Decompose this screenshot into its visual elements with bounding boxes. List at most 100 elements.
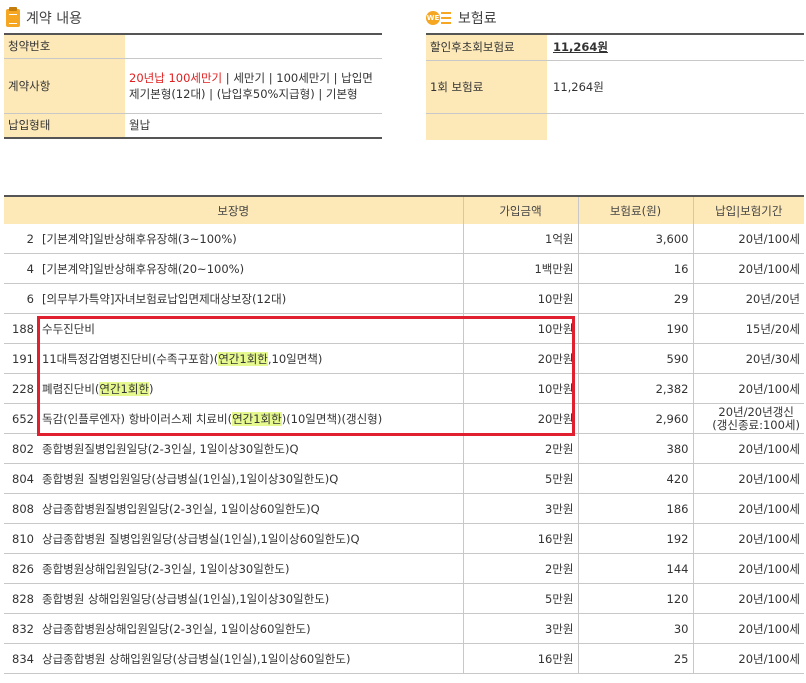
premium-row: 1회 보험료 11,264원 xyxy=(426,60,804,114)
coverage-amount: 2만원 xyxy=(462,553,578,584)
coverage-term-cell: 15년/20세 xyxy=(692,313,804,344)
table-row: 191 11대특정감염병진단비(수족구포함)(연간1회한,10일면책) 20만원 59… xyxy=(4,343,804,374)
coverage-term-cell: 20년/30세 xyxy=(692,343,804,374)
coverage-no: 191 xyxy=(4,343,38,374)
coverage-name-cell: [기본계약]일반상해후유장해(20~100%) xyxy=(38,253,463,284)
coverage-premium: 192 xyxy=(577,523,693,554)
coverage-no: 652 xyxy=(4,403,38,434)
coverage-term: 20년/100세 xyxy=(738,261,800,276)
coverage-premium: 29 xyxy=(577,283,693,314)
coverage-term: 20년/100세 xyxy=(738,621,800,636)
premium-label xyxy=(426,113,547,140)
coverage-term: 20년/30세 xyxy=(745,351,800,366)
coverage-term-cell: 20년/20년 xyxy=(692,283,804,314)
coverage-amount: 1백만원 xyxy=(462,253,578,284)
coverage-term: 20년/100세 xyxy=(738,501,800,516)
table-row: 826 종합병원상해입원일당(2-3인실, 1일이상30일한도) 2만원 144 20년… xyxy=(4,553,804,584)
coverage-term: 20년/100세 xyxy=(738,381,800,396)
coverage-no: 810 xyxy=(4,523,38,554)
coverage-no: 228 xyxy=(4,373,38,404)
contract-plan-highlight: 20년납 100세만기 xyxy=(129,70,223,85)
coverage-header-row: 보장명 가입금액 보험료(원) 납입|보험기간 xyxy=(4,196,804,224)
coverage-term-cell: 20년/100세 xyxy=(692,373,804,404)
coverage-name-highlight: 연간1회한 xyxy=(99,381,150,396)
coverage-name-cell: 상급종합병원 질병입원일당(상급병실(1인실),1일이상60일한도)Q xyxy=(38,523,463,554)
coverage-name: 종합병원 상해입원일당(상급병실(1인실),1일이상30일한도) xyxy=(42,591,330,606)
coverage-amount: 5만원 xyxy=(462,463,578,494)
premium-row xyxy=(426,113,804,140)
coverage-term-cell: 20년/100세 xyxy=(692,253,804,284)
contract-value xyxy=(125,34,382,59)
coverage-name-cell: 종합병원 상해입원일당(상급병실(1인실),1일이상30일한도) xyxy=(38,583,463,614)
coverage-no: 2 xyxy=(4,224,38,254)
premium-label: 1회 보험료 xyxy=(426,60,547,114)
table-row: 802 종합병원질병입원일당(2-3인실, 1일이상30일한도)Q 2만원 380 20… xyxy=(4,433,804,464)
coverage-name: 상급종합병원질병입원일당(2-3인실, 1일이상60일한도)Q xyxy=(42,501,320,516)
coverage-amount: 10만원 xyxy=(462,373,578,404)
table-row: 832 상급종합병원상해입원일당(2-3인실, 1일이상60일한도) 3만원 30 20… xyxy=(4,613,804,644)
coverage-term-cell: 20년/20년갱신 (갱신종료:100세) xyxy=(692,403,804,434)
coverage-premium: 190 xyxy=(577,313,693,344)
coverage-term-cell: 20년/100세 xyxy=(692,463,804,494)
coverage-name: 상급종합병원 상해입원일당(상급병실(1인실),1일이상60일한도) xyxy=(42,651,351,666)
table-row: 810 상급종합병원 질병입원일당(상급병실(1인실),1일이상60일한도)Q 16… xyxy=(4,523,804,554)
header-term: 납입|보험기간 xyxy=(692,196,804,224)
header-premium: 보험료(원) xyxy=(577,196,693,224)
coverage-amount: 20만원 xyxy=(462,343,578,374)
premium-title-text: 보험료 xyxy=(458,11,497,27)
coverage-premium: 30 xyxy=(577,613,693,644)
coverage-amount: 10만원 xyxy=(462,283,578,314)
coverage-no: 828 xyxy=(4,583,38,614)
we-logo-icon: WE xyxy=(426,10,452,26)
coverage-term-cell: 20년/100세 xyxy=(692,643,804,674)
coverage-premium: 2,960 xyxy=(577,403,693,434)
coverage-amount: 16만원 xyxy=(462,643,578,674)
coverage-table: 보장명 가입금액 보험료(원) 납입|보험기간 2 [기본계약]일반상해후유장해(… xyxy=(4,195,804,674)
coverage-term: 20년/20년갱신 (갱신종료:100세) xyxy=(712,404,800,432)
coverage-term: 20년/100세 xyxy=(738,561,800,576)
table-row: 228 폐렴진단비(연간1회한) 10만원 2,382 20년/100세 xyxy=(4,373,804,404)
coverage-name-cell: 상급종합병원 상해입원일당(상급병실(1인실),1일이상60일한도) xyxy=(38,643,463,674)
table-row: 804 종합병원 질병입원일당(상급병실(1인실),1일이상30일한도)Q 5만원 4… xyxy=(4,463,804,494)
header-amount: 가입금액 xyxy=(462,196,578,224)
contract-title-text: 계약 내용 xyxy=(26,11,82,27)
header-coverage-name: 보장명 xyxy=(4,196,463,224)
coverage-term-cell: 20년/100세 xyxy=(692,493,804,524)
contract-label: 납입형태 xyxy=(4,113,125,139)
coverage-name-part: ,10일면책) xyxy=(267,351,323,366)
table-row: 4 [기본계약]일반상해후유장해(20~100%) 1백만원 16 20년/100세 xyxy=(4,253,804,284)
coverage-amount: 3만원 xyxy=(462,493,578,524)
table-row: 2 [기본계약]일반상해후유장해(3~100%) 1억원 3,600 20년/100세 xyxy=(4,224,804,254)
coverage-name-cell: 종합병원 질병입원일당(상급병실(1인실),1일이상30일한도)Q xyxy=(38,463,463,494)
coverage-amount: 1억원 xyxy=(462,224,578,254)
coverage-premium: 380 xyxy=(577,433,693,464)
contract-label: 계약사항 xyxy=(4,58,125,114)
coverage-amount: 20만원 xyxy=(462,403,578,434)
coverage-name: 종합병원상해입원일당(2-3인실, 1일이상30일한도) xyxy=(42,561,290,576)
coverage-no: 808 xyxy=(4,493,38,524)
coverage-term-cell: 20년/100세 xyxy=(692,553,804,584)
table-row: 652 독감(인플루엔자) 항바이러스제 치료비(연간1회한)(10일면책)(갱신… xyxy=(4,403,804,434)
coverage-premium: 420 xyxy=(577,463,693,494)
coverage-name-part: ) xyxy=(149,381,154,396)
coverage-name-cell: 상급종합병원상해입원일당(2-3인실, 1일이상60일한도) xyxy=(38,613,463,644)
premium-value xyxy=(547,113,804,140)
coverage-no: 4 xyxy=(4,253,38,284)
coverage-term: 20년/100세 xyxy=(738,531,800,546)
coverage-amount: 2만원 xyxy=(462,433,578,464)
coverage-name-cell: 수두진단비 xyxy=(38,313,463,344)
clipboard-icon xyxy=(6,7,20,27)
table-row: 808 상급종합병원질병입원일당(2-3인실, 1일이상60일한도)Q 3만원 186… xyxy=(4,493,804,524)
coverage-name: 상급종합병원 질병입원일당(상급병실(1인실),1일이상60일한도)Q xyxy=(42,531,360,546)
coverage-premium: 120 xyxy=(577,583,693,614)
contract-row: 청약번호 xyxy=(4,34,382,59)
coverage-name: [기본계약]일반상해후유장해(3~100%) xyxy=(42,231,237,246)
coverage-premium: 2,382 xyxy=(577,373,693,404)
coverage-amount: 3만원 xyxy=(462,613,578,644)
coverage-term-cell: 20년/100세 xyxy=(692,583,804,614)
coverage-name-highlight: 연간1회한 xyxy=(218,351,268,366)
coverage-premium: 25 xyxy=(577,643,693,674)
premium-table: 할인후초회보험료 11,264원 1회 보험료 11,264원 xyxy=(426,33,804,140)
coverage-term: 20년/20년 xyxy=(745,291,800,306)
coverage-name-part: 11대특정감염병진단비(수족구포함)( xyxy=(42,351,219,366)
